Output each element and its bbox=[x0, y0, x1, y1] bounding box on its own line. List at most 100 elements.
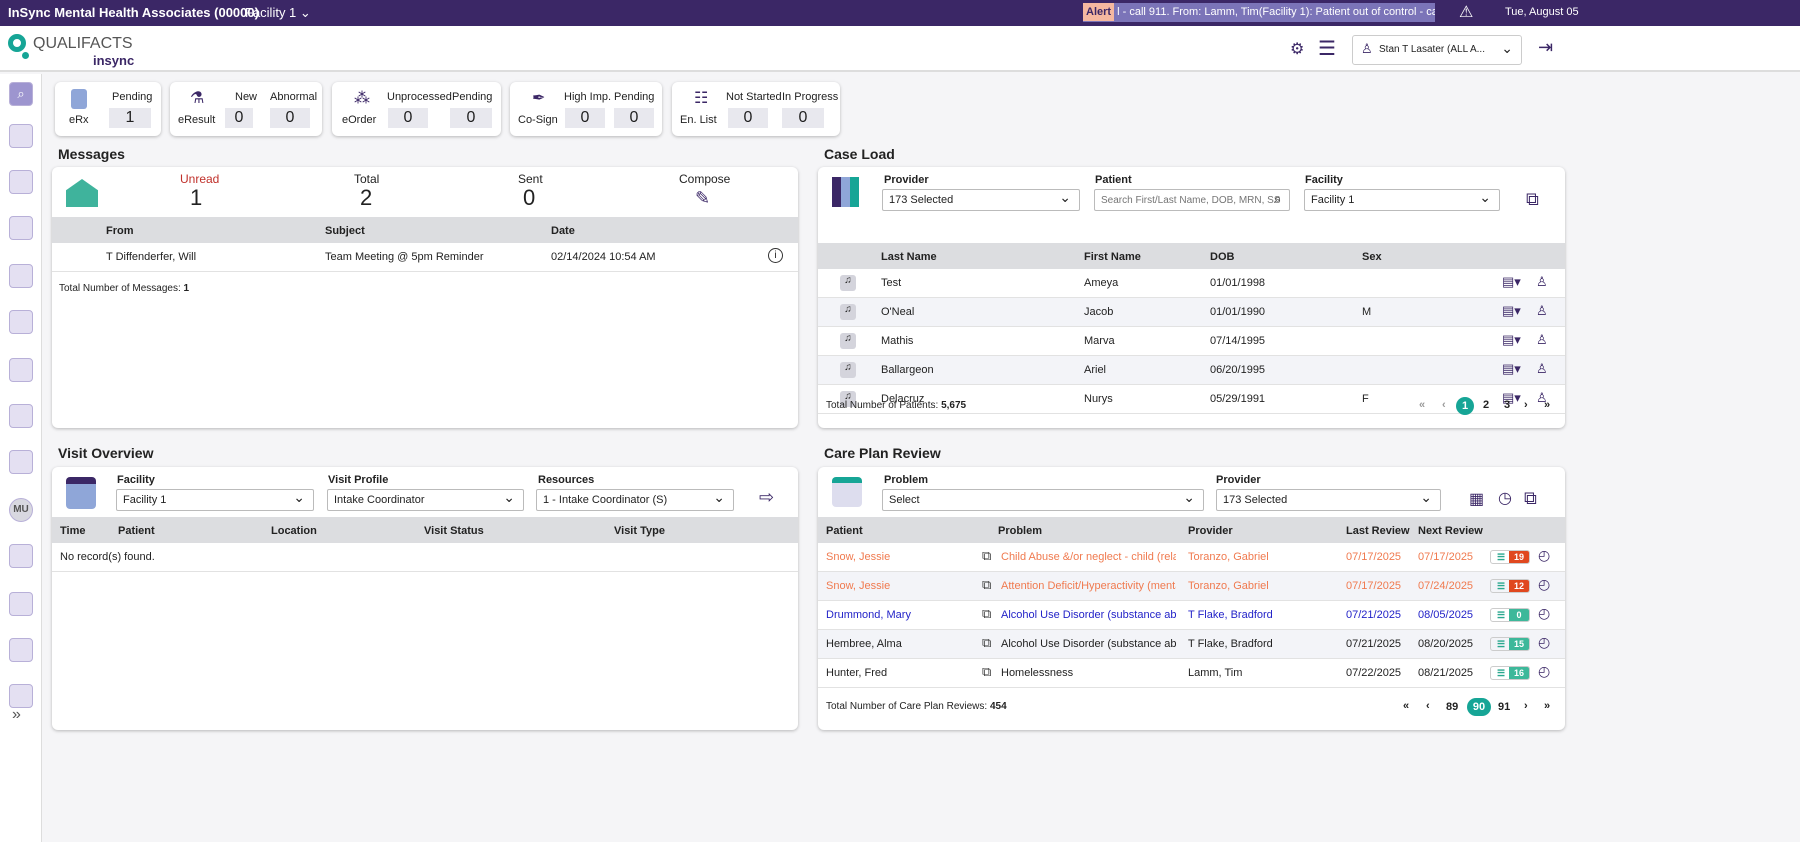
client-search-icon[interactable] bbox=[9, 216, 33, 240]
care-plan-row[interactable]: Hunter, Fred ⧉ Homelessness Lamm, Tim 07… bbox=[818, 659, 1565, 688]
column-first-name[interactable]: First Name bbox=[1084, 251, 1141, 263]
column-provider[interactable]: Provider bbox=[1188, 525, 1233, 537]
patient-row[interactable]: ♫ O'Neal Jacob 01/01/1990 M ▤▾ ♙ bbox=[818, 298, 1565, 327]
history-icon[interactable]: ◴ bbox=[1538, 576, 1550, 593]
care-plan-row[interactable]: Hembree, Alma ⧉ Alcohol Use Disorder (su… bbox=[818, 630, 1565, 659]
column-from[interactable]: From bbox=[106, 225, 134, 237]
column-dob[interactable]: DOB bbox=[1210, 251, 1234, 263]
column-subject[interactable]: Subject bbox=[325, 225, 365, 237]
eorder-widget[interactable]: ⁂ eOrder Unprocessed 0 Pending 0 bbox=[332, 82, 501, 136]
provider-select[interactable]: 173 Selected bbox=[1216, 489, 1441, 511]
patient-name[interactable]: Snow, Jessie bbox=[826, 580, 890, 592]
care-plan-row[interactable]: Drummond, Mary ⧉ Alcohol Use Disorder (s… bbox=[818, 601, 1565, 630]
gear-icon[interactable]: ⚙ bbox=[1290, 39, 1304, 59]
review-count-badge[interactable]: ☰ 16 bbox=[1490, 666, 1530, 680]
alert-ticker[interactable]: Alert l - call 911. From: Lamm, Tim(Faci… bbox=[1083, 3, 1435, 22]
erx-widget[interactable]: eRx Pending 1 bbox=[55, 82, 161, 136]
review-count-badge[interactable]: ☰ 12 bbox=[1490, 579, 1530, 593]
page-90-button[interactable]: 90 bbox=[1467, 698, 1491, 716]
open-link-icon[interactable]: ⧉ bbox=[982, 664, 991, 680]
page-91-button[interactable]: 91 bbox=[1498, 701, 1510, 713]
rx-icon[interactable] bbox=[9, 358, 33, 382]
chart-menu-icon[interactable]: ▤▾ bbox=[1502, 303, 1521, 319]
open-link-icon[interactable]: ⧉ bbox=[982, 606, 991, 622]
accounting-icon[interactable] bbox=[9, 592, 33, 616]
first-page-button[interactable]: « bbox=[1403, 700, 1409, 712]
patient-name[interactable]: Hunter, Fred bbox=[826, 667, 887, 679]
expand-sidebar-icon[interactable]: » bbox=[12, 706, 21, 724]
folder-cloud-icon[interactable] bbox=[9, 544, 33, 568]
patient-search-input[interactable] bbox=[1094, 189, 1290, 211]
history-icon[interactable]: ◴ bbox=[1538, 547, 1550, 564]
user-profile-icon[interactable]: ♙ bbox=[1536, 274, 1548, 290]
admin-settings-icon[interactable] bbox=[9, 450, 33, 474]
info-icon[interactable]: i bbox=[768, 248, 783, 263]
next-page-button[interactable]: › bbox=[1524, 399, 1528, 411]
open-link-icon[interactable]: ⧉ bbox=[982, 577, 991, 593]
compose-icon[interactable]: ✎ bbox=[695, 188, 710, 209]
column-visit-status[interactable]: Visit Status bbox=[424, 525, 484, 537]
page-3-button[interactable]: 3 bbox=[1504, 399, 1510, 411]
payment-card-icon[interactable] bbox=[9, 404, 33, 428]
patient-row[interactable]: ♫ Mathis Marva 07/14/1995 ▤▾ ♙ bbox=[818, 327, 1565, 356]
review-count-badge[interactable]: ☰ 15 bbox=[1490, 637, 1530, 651]
care-plan-row[interactable]: Snow, Jessie ⧉ Attention Deficit/Hyperac… bbox=[818, 572, 1565, 601]
care-plan-row[interactable]: Snow, Jessie ⧉ Child Abuse &/or neglect … bbox=[818, 543, 1565, 572]
external-link-icon[interactable]: ⧉ bbox=[1526, 189, 1539, 210]
alert-bell-icon[interactable]: ♫ bbox=[840, 304, 856, 320]
alert-bell-icon[interactable]: ♫ bbox=[840, 362, 856, 378]
column-time[interactable]: Time bbox=[60, 525, 85, 537]
column-visit-type[interactable]: Visit Type bbox=[614, 525, 665, 537]
review-count-badge[interactable]: ☰ 19 bbox=[1490, 550, 1530, 564]
total-count[interactable]: 2 bbox=[360, 185, 372, 211]
warning-icon[interactable]: ⚠ bbox=[1459, 2, 1473, 22]
first-page-button[interactable]: « bbox=[1419, 399, 1425, 411]
open-link-icon[interactable]: ⧉ bbox=[982, 548, 991, 564]
column-problem[interactable]: Problem bbox=[998, 525, 1042, 537]
user-selector[interactable]: ♙ Stan T Lasater (ALL A... ⌄ bbox=[1352, 35, 1522, 65]
column-last-review[interactable]: Last Review bbox=[1346, 525, 1410, 537]
next-page-button[interactable]: › bbox=[1524, 700, 1528, 712]
history-icon[interactable]: ◴ bbox=[1538, 605, 1550, 622]
alert-bell-icon[interactable]: ♫ bbox=[840, 275, 856, 291]
chart-menu-icon[interactable]: ▤▾ bbox=[1502, 361, 1521, 377]
logout-icon[interactable]: ⇥ bbox=[1538, 37, 1553, 58]
history-icon[interactable]: ◴ bbox=[1538, 663, 1550, 680]
last-page-button[interactable]: » bbox=[1544, 700, 1550, 712]
facility-selector[interactable]: Facility 1 ⌄ bbox=[245, 5, 311, 21]
chart-menu-icon[interactable]: ▤▾ bbox=[1502, 274, 1521, 290]
billing-icon[interactable] bbox=[9, 310, 33, 334]
mu-icon[interactable]: MU bbox=[9, 498, 33, 522]
patient-name[interactable]: Drummond, Mary bbox=[826, 609, 911, 621]
resources-select[interactable]: 1 - Intake Coordinator (S) bbox=[536, 489, 734, 511]
chart-menu-icon[interactable]: ▤▾ bbox=[1502, 332, 1521, 348]
prev-page-button[interactable]: ‹ bbox=[1442, 399, 1446, 411]
patient-name[interactable]: Hembree, Alma bbox=[826, 638, 902, 650]
column-next-review[interactable]: Next Review bbox=[1418, 525, 1483, 537]
column-last-name[interactable]: Last Name bbox=[881, 251, 937, 263]
page-89-button[interactable]: 89 bbox=[1446, 701, 1458, 713]
unread-count[interactable]: 1 bbox=[190, 185, 202, 211]
search-icon[interactable]: ⌕ bbox=[1274, 191, 1281, 207]
page-2-button[interactable]: 2 bbox=[1483, 399, 1489, 411]
deposit-icon[interactable] bbox=[9, 638, 33, 662]
user-profile-icon[interactable]: ♙ bbox=[1536, 332, 1548, 348]
user-profile-icon[interactable]: ♙ bbox=[1536, 361, 1548, 377]
export-icon[interactable]: ⇨ bbox=[759, 487, 774, 508]
sent-count[interactable]: 0 bbox=[523, 185, 535, 211]
page-1-button[interactable]: 1 bbox=[1456, 397, 1474, 415]
calendar-icon[interactable]: ▦ bbox=[1469, 489, 1484, 509]
patient-name[interactable]: Snow, Jessie bbox=[826, 551, 890, 563]
facility-select[interactable]: Facility 1 bbox=[1304, 189, 1500, 211]
column-sex[interactable]: Sex bbox=[1362, 251, 1382, 263]
open-link-icon[interactable]: ⧉ bbox=[982, 635, 991, 651]
visit-profile-select[interactable]: Intake Coordinator bbox=[327, 489, 524, 511]
user-profile-icon[interactable]: ♙ bbox=[1536, 303, 1548, 319]
finance-icon[interactable] bbox=[9, 684, 33, 708]
column-date[interactable]: Date bbox=[551, 225, 575, 237]
last-page-button[interactable]: » bbox=[1544, 399, 1550, 411]
column-location[interactable]: Location bbox=[271, 525, 317, 537]
message-row[interactable]: T Diffenderfer, Will Team Meeting @ 5pm … bbox=[52, 243, 798, 272]
history-icon[interactable]: ◴ bbox=[1538, 634, 1550, 651]
external-link-icon[interactable]: ⧉ bbox=[1524, 488, 1537, 509]
